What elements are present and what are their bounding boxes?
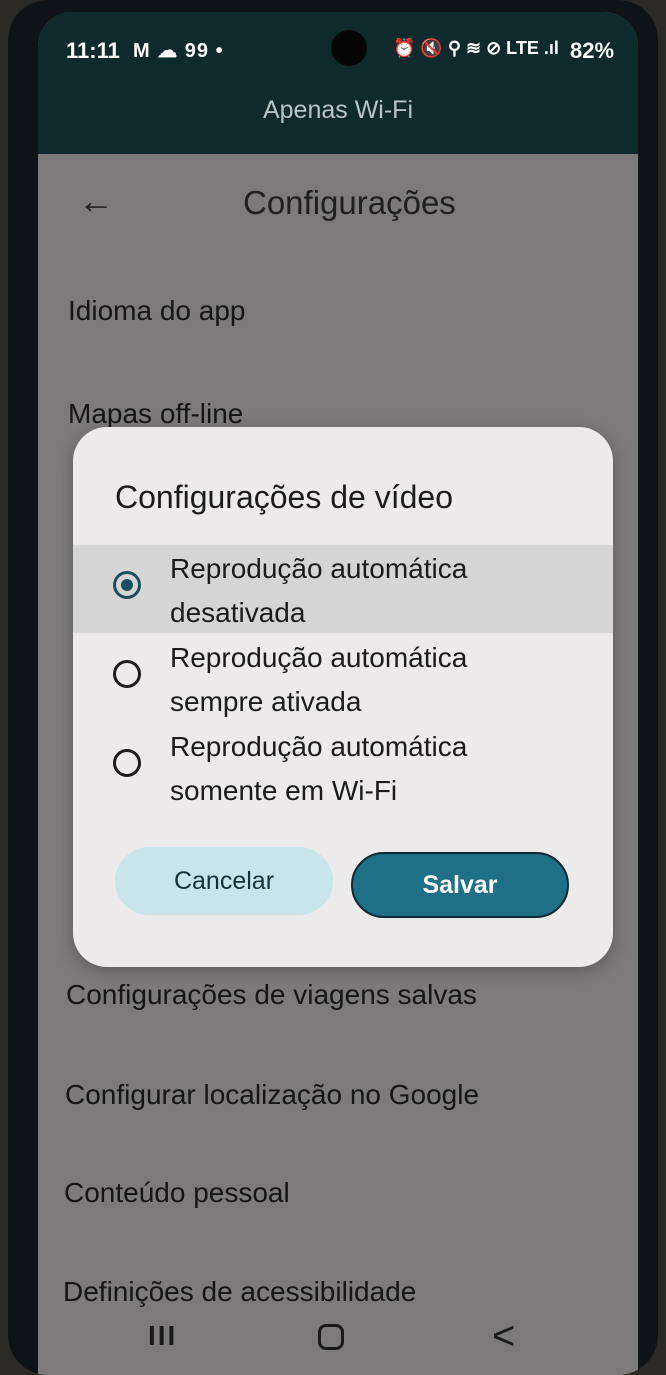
option-autoplay-wifi-only[interactable]: Reprodução automática somente em Wi-Fi <box>73 723 613 811</box>
battery-level: 82% <box>570 38 615 63</box>
radio-unselected-icon[interactable] <box>113 660 141 688</box>
setting-offline-maps[interactable]: Mapas off-line <box>68 398 243 430</box>
option-autoplay-off[interactable]: Reprodução automática desativada <box>73 545 613 633</box>
arrow-left-icon[interactable]: ← <box>78 180 114 222</box>
system-status-icons: ⏰ 🔇 ⚲ ≋ ⊘ LTE .ıl <box>393 38 559 58</box>
save-button[interactable]: Salvar <box>351 852 569 918</box>
connectivity-banner: Apenas Wi-Fi <box>262 96 414 124</box>
recents-icon[interactable]: III <box>148 1320 177 1352</box>
phone-frame: 11:11 M ☁ 99 • ⏰ 🔇 ⚲ ≋ ⊘ LTE .ıl 82% Ape… <box>8 0 658 1375</box>
setting-accessibility[interactable]: Definições de acessibilidade <box>63 1276 416 1308</box>
video-settings-dialog: Configurações de vídeo Reprodução automá… <box>73 427 613 967</box>
cancel-button[interactable]: Cancelar <box>115 847 333 915</box>
home-icon[interactable] <box>318 1324 344 1350</box>
notification-icons: M ☁ 99 • <box>133 40 224 62</box>
dialog-title: Configurações de vídeo <box>115 479 453 515</box>
setting-app-language[interactable]: Idioma do app <box>68 295 245 327</box>
option-label: Reprodução automática somente em Wi-Fi <box>170 731 468 806</box>
setting-saved-trips[interactable]: Configurações de viagens salvas <box>66 979 477 1011</box>
option-autoplay-always[interactable]: Reprodução automática sempre ativada <box>73 634 613 722</box>
status-bar: 11:11 M ☁ 99 • ⏰ 🔇 ⚲ ≋ ⊘ LTE .ıl 82% Ape… <box>38 12 638 154</box>
radio-selected-icon[interactable] <box>113 571 141 599</box>
setting-google-location[interactable]: Configurar localização no Google <box>65 1079 479 1111</box>
status-time: 11:11 <box>66 38 120 63</box>
back-icon[interactable]: < <box>492 1314 515 1359</box>
page-title: Configurações <box>243 184 456 221</box>
screen: 11:11 M ☁ 99 • ⏰ 🔇 ⚲ ≋ ⊘ LTE .ıl 82% Ape… <box>38 12 638 1375</box>
radio-unselected-icon[interactable] <box>113 749 141 777</box>
option-label: Reprodução automática desativada <box>170 553 468 628</box>
option-label: Reprodução automática sempre ativada <box>170 642 468 717</box>
front-camera <box>331 30 367 66</box>
setting-personal-content[interactable]: Conteúdo pessoal <box>64 1177 290 1209</box>
